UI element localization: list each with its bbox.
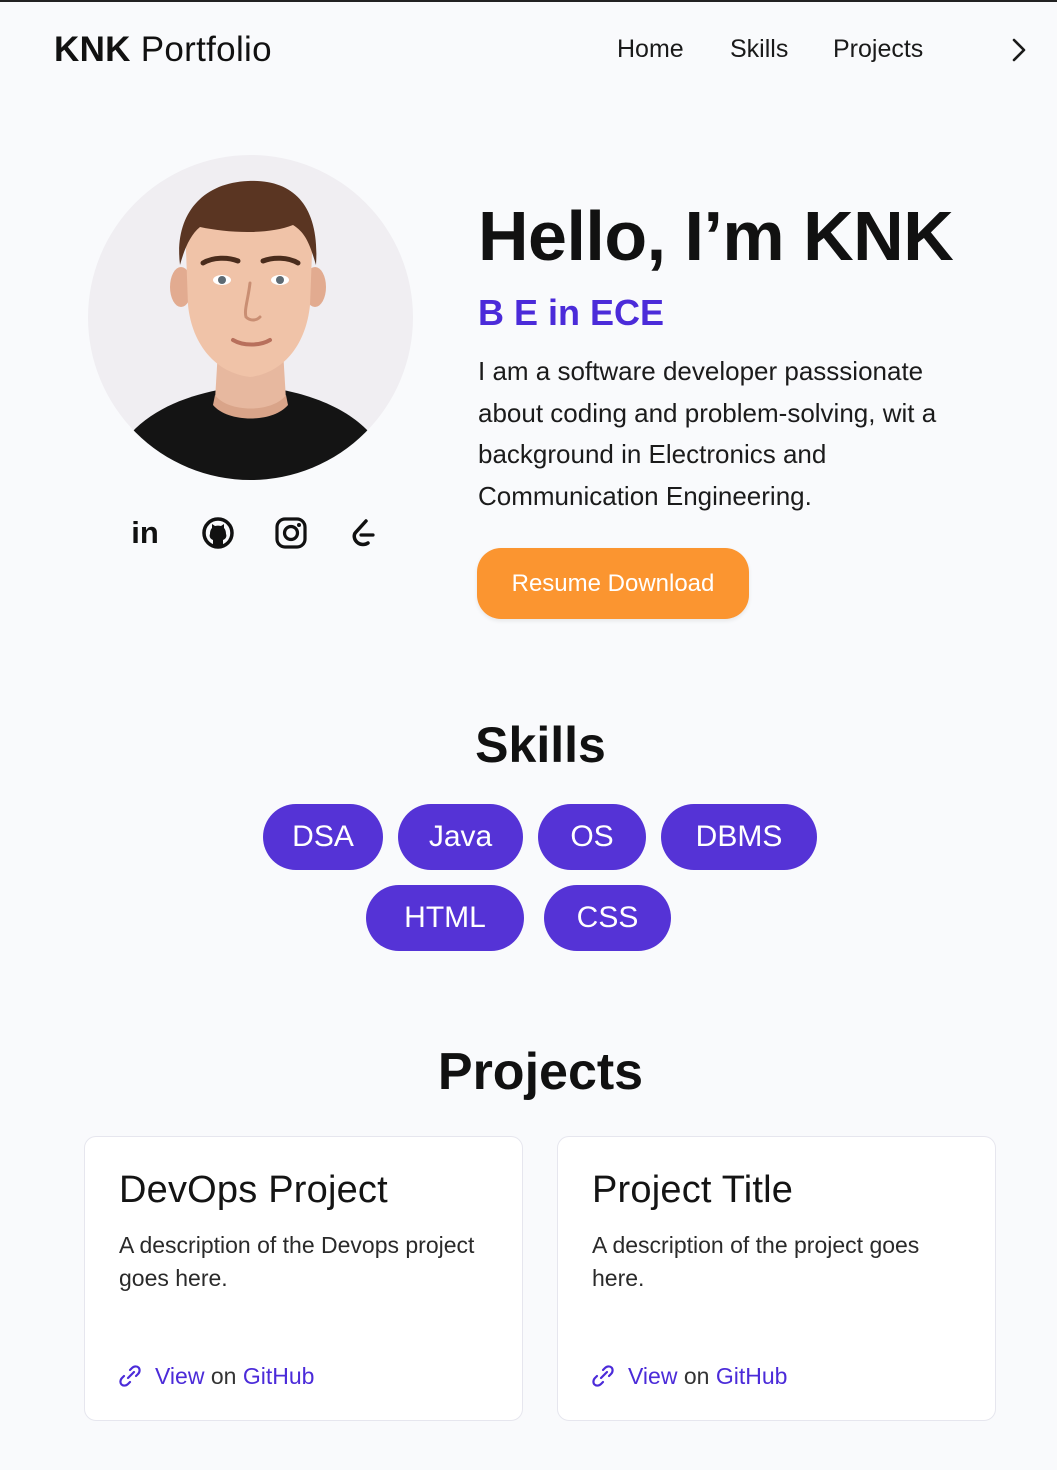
project-card-title: DevOps Project <box>119 1169 388 1211</box>
chevron-right-icon[interactable] <box>1008 36 1032 64</box>
brand-bold: KNK <box>54 30 131 69</box>
brand-logo[interactable]: KNK Portfolio <box>54 30 272 70</box>
instagram-icon[interactable] <box>272 514 310 552</box>
link-view: View <box>628 1362 678 1389</box>
project-card-description: A description of the project goes here. <box>592 1232 920 1291</box>
view-on-github-link[interactable]: View on GitHub <box>119 1361 314 1391</box>
resume-download-button[interactable]: Resume Download <box>477 548 749 619</box>
external-link-icon <box>592 1365 614 1387</box>
project-card-title: Project Title <box>592 1169 794 1211</box>
skill-pill-os[interactable]: OS <box>538 804 646 870</box>
hero-description: I am a software developer passsionate ab… <box>478 356 937 511</box>
link-on: on <box>683 1362 710 1389</box>
github-icon[interactable] <box>199 514 237 552</box>
projects-title: Projects <box>437 1043 644 1101</box>
top-border <box>0 0 1057 2</box>
link-view: View <box>155 1362 205 1389</box>
skill-pill-java[interactable]: Java <box>398 804 523 870</box>
leetcode-icon[interactable] <box>344 514 382 552</box>
link-github: GitHub <box>242 1362 315 1389</box>
linkedin-icon[interactable]: in <box>126 514 164 552</box>
nav-projects-link[interactable]: Projects <box>833 35 923 64</box>
link-on: on <box>210 1362 237 1389</box>
skills-title: Skills <box>475 717 606 773</box>
profile-avatar <box>88 155 413 480</box>
nav-skills-link[interactable]: Skills <box>730 35 788 64</box>
project-card: Project Title A description of the proje… <box>557 1136 996 1421</box>
skill-pill-dbms[interactable]: DBMS <box>661 804 817 870</box>
hero-title: Hello, I’m KNK <box>478 197 954 275</box>
view-on-github-link[interactable]: View on GitHub <box>592 1361 787 1391</box>
external-link-icon <box>119 1365 141 1387</box>
brand-rest: Portfolio <box>140 30 272 69</box>
skill-pill-css[interactable]: CSS <box>544 885 671 951</box>
project-card: DevOps Project A description of the Devo… <box>84 1136 523 1421</box>
link-github: GitHub <box>715 1362 788 1389</box>
nav-home-link[interactable]: Home <box>617 35 684 64</box>
hero-subtitle: B E in ECE <box>478 292 665 333</box>
skill-pill-html[interactable]: HTML <box>366 885 524 951</box>
skill-pill-dsa[interactable]: DSA <box>263 804 383 870</box>
project-card-description: A description of the Devops project goes… <box>119 1232 475 1291</box>
